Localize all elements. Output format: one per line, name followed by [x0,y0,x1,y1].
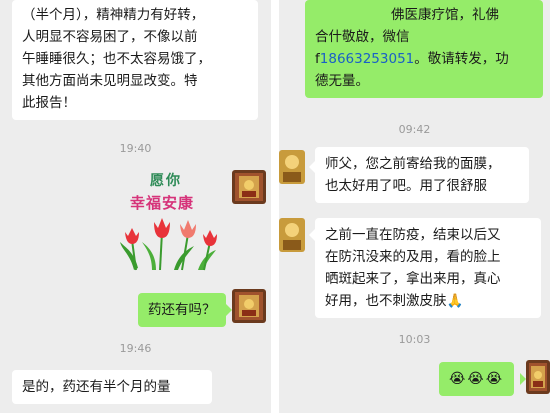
contact-avatar-icon [279,218,305,252]
message-line: 师父，您之前寄给我的面膜， [325,156,501,172]
message-bubble-sent[interactable]: 佛医康疗馆，礼佛 合什敬啟，微信 f18663253051。敬请转发，功 德无量… [305,0,543,98]
message-line: 其他方面尚未见明显改变。特 [22,73,198,89]
message-bubble-received[interactable]: 之前一直在防疫，结束以后又 在防汛没来的及用，看的脸上 晒斑起来了，拿出来用，真… [315,218,541,318]
timestamp: 19:40 [119,142,152,155]
message-line: 合什敬啟，微信 [315,29,410,45]
message-line: 德无量。 [315,73,369,89]
message-bubble-sent[interactable]: 药还有吗？ [138,293,226,327]
message-bubble-received[interactable]: （半个月），精神精力有好转， 人明显不容易困了，不像以前 午睡睡很久；也不太容易… [12,0,258,120]
sticker-message[interactable]: 愿你 幸福安康 [112,168,232,273]
crying-face-icon: 😭 [485,371,505,387]
right-chat-panel: 佛医康疗馆，礼佛 合什敬啟，微信 f18663253051。敬请转发，功 德无量… [279,0,550,413]
message-line: 人明显不容易困了，不像以前 [22,29,198,45]
message-line: 好用，也不刺激皮肤🙏 [325,290,531,312]
message-text: 好用，也不刺激皮肤 [325,293,447,309]
praying-hands-icon: 🙏 [446,293,464,309]
tulip-bouquet-icon [120,218,217,271]
message-line: 佛医康疗馆，礼佛 [391,7,499,23]
crying-face-icon: 😭 [467,371,486,387]
message-line: 午睡睡很久；也不太容易饿了， [22,51,211,67]
avatar-self[interactable] [232,170,266,204]
contact-avatar-icon [279,150,305,184]
message-line: （半个月），精神精力有好转， [22,7,205,23]
temple-avatar-icon [526,360,550,394]
message-bubble-sent[interactable]: 😭😭😭 [439,362,515,396]
avatar-contact[interactable] [279,218,305,252]
message-text: 。敬请转发，功 [414,51,509,67]
message-line: 也太好用了吧。用了很舒服 [325,178,487,194]
message-line: f18663253051。敬请转发，功 [315,48,533,70]
sticker-text-line1: 愿你 [150,173,182,189]
avatar-contact[interactable] [279,150,305,184]
message-line: 在防汛没来的及用，看的脸上 [325,249,501,265]
message-bubble-received[interactable]: 是的，药还有半个月的量 [12,370,212,404]
sticker-text-line2: 幸福安康 [130,194,195,212]
timestamp: 10:03 [398,333,431,346]
temple-avatar-icon [232,289,266,323]
avatar-self[interactable] [526,360,550,394]
timestamp: 19:46 [119,342,152,355]
left-chat-panel: （半个月），精神精力有好转， 人明显不容易困了，不像以前 午睡睡很久；也不太容易… [0,0,271,413]
crying-face-icon: 😭 [449,371,468,387]
message-line: 此报告！ [22,95,76,111]
phone-number-link[interactable]: 18663253051 [320,51,414,67]
message-line: 之前一直在防疫，结束以后又 [325,227,501,243]
message-line: 晒斑起来了，拿出来用，真心 [325,271,501,287]
temple-avatar-icon [232,170,266,204]
message-bubble-received[interactable]: 师父，您之前寄给我的面膜， 也太好用了吧。用了很舒服 [315,147,529,203]
timestamp: 09:42 [398,123,431,136]
avatar-self[interactable] [232,289,266,323]
